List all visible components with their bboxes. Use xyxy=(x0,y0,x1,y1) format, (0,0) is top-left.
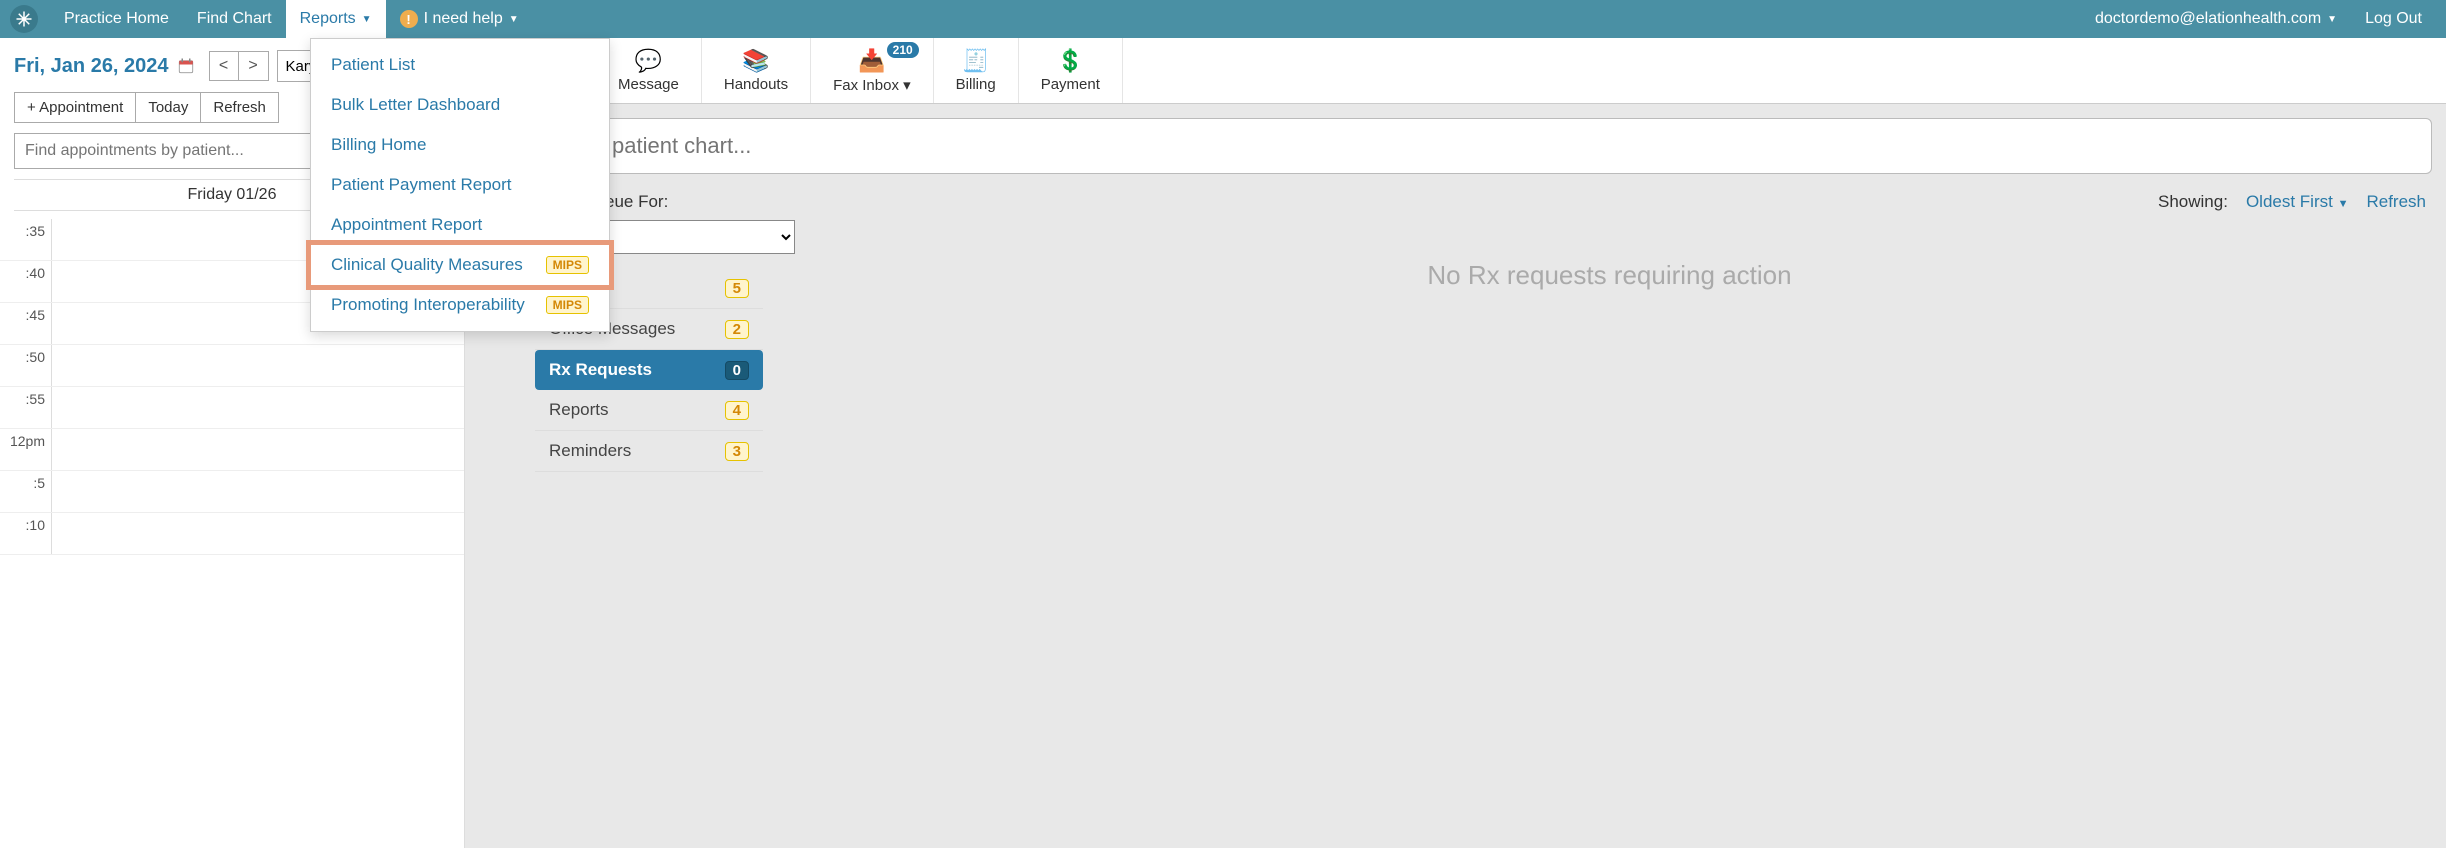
reports-menu-item[interactable]: Promoting Interoperability MIPS xyxy=(311,285,609,325)
menu-item-label: Clinical Quality Measures xyxy=(331,255,523,275)
nav-user-email[interactable]: doctordemo@elationhealth.com ▼ xyxy=(2081,0,2351,38)
caret-down-icon: ▼ xyxy=(2338,198,2349,210)
time-slot-label: :45 xyxy=(0,303,52,344)
user-email-label: doctordemo@elationhealth.com xyxy=(2095,10,2321,28)
time-slot-row[interactable]: :10 xyxy=(0,513,464,555)
toolbar-label: Message xyxy=(618,76,679,93)
nav-reports[interactable]: Reports ▼ xyxy=(286,0,386,38)
time-slot-row[interactable]: :55 xyxy=(0,387,464,429)
showing-label: Showing: xyxy=(2158,192,2228,212)
toolbar-label: Handouts xyxy=(724,76,788,93)
sort-dropdown[interactable]: Oldest First ▼ xyxy=(2246,192,2349,212)
billing-icon: 🧾 xyxy=(962,48,989,74)
time-slot-label: :50 xyxy=(0,345,52,386)
queue-item[interactable]: Rx Requests 0 xyxy=(535,350,763,390)
today-button[interactable]: Today xyxy=(136,92,201,123)
handouts-icon: 📚 xyxy=(742,48,769,74)
queue-item[interactable]: Reports 4 xyxy=(535,390,763,431)
message-icon: 💬 xyxy=(635,48,662,74)
prev-day-button[interactable]: < xyxy=(209,51,239,81)
menu-item-label: Patient Payment Report xyxy=(331,175,511,195)
caret-down-icon: ▾ xyxy=(899,77,911,94)
time-slot-label: :10 xyxy=(0,513,52,554)
queue-item-count: 3 xyxy=(725,442,749,461)
alert-icon: ! xyxy=(400,10,418,28)
queue-item[interactable]: Reminders 3 xyxy=(535,431,763,472)
queue-item-label: Rx Requests xyxy=(549,360,652,380)
time-slot-row[interactable]: :5 xyxy=(0,471,464,513)
topbar: Practice Home Find Chart Reports ▼ ! I n… xyxy=(0,0,2446,38)
time-slot-label: :40 xyxy=(0,261,52,302)
reports-menu-item[interactable]: Patient Payment Report xyxy=(311,165,609,205)
queue-for-select[interactable] xyxy=(585,220,795,254)
nav-logout[interactable]: Log Out xyxy=(2351,0,2436,38)
main-panel: 💬 Message 📚 Handouts 📥 Fax Inbox ▾ 210 🧾 Billing… xyxy=(465,38,2446,848)
time-slot-label: :5 xyxy=(0,471,52,512)
count-badge: 210 xyxy=(887,42,919,58)
caret-down-icon: ▼ xyxy=(2327,14,2337,25)
nav-help[interactable]: ! I need help ▼ xyxy=(386,0,533,38)
nav-help-label: I need help xyxy=(424,10,503,28)
time-slot-label: :35 xyxy=(0,219,52,260)
queue-item-count: 0 xyxy=(725,361,749,380)
caret-down-icon: ▼ xyxy=(509,14,519,25)
menu-item-label: Patient List xyxy=(331,55,415,75)
reports-menu-item[interactable]: Clinical Quality Measures MIPS xyxy=(306,240,614,290)
toolbar-message[interactable]: 💬 Message xyxy=(595,38,702,103)
queue-item-label: Reports xyxy=(549,400,609,420)
reports-dropdown: Patient List Bulk Letter Dashboard Billing… xyxy=(310,38,610,332)
app-logo[interactable] xyxy=(10,5,38,33)
toolbar-handouts[interactable]: 📚 Handouts xyxy=(702,38,811,103)
elation-logo-icon xyxy=(15,10,33,28)
payment-icon: 💲 xyxy=(1057,48,1084,74)
patient-chart-search-input[interactable] xyxy=(595,118,2432,174)
toolbar-billing[interactable]: 🧾 Billing xyxy=(934,38,1019,103)
time-slot-label: 12pm xyxy=(0,429,52,470)
reports-menu-item[interactable]: Appointment Report xyxy=(311,205,609,245)
calendar-icon[interactable] xyxy=(177,57,195,75)
nav-reports-label: Reports xyxy=(300,10,356,28)
empty-queue-message: No Rx requests requiring action xyxy=(787,260,2432,291)
next-day-button[interactable]: > xyxy=(239,51,269,81)
menu-item-label: Promoting Interoperability xyxy=(331,295,525,315)
schedule-date[interactable]: Fri, Jan 26, 2024 xyxy=(14,55,169,78)
queue-item-count: 2 xyxy=(725,320,749,339)
refresh-queue-link[interactable]: Refresh xyxy=(2366,192,2426,212)
menu-item-label: Billing Home xyxy=(331,135,426,155)
toolbar-label: Payment xyxy=(1041,76,1100,93)
menu-item-label: Appointment Report xyxy=(331,215,482,235)
fax-inbox-icon: 📥 xyxy=(858,48,885,74)
refresh-schedule-button[interactable]: Refresh xyxy=(201,92,279,123)
nav-practice-home[interactable]: Practice Home xyxy=(50,0,183,38)
caret-down-icon: ▼ xyxy=(362,14,372,25)
reports-menu-item[interactable]: Patient List xyxy=(311,45,609,85)
queue-item-label: Reminders xyxy=(549,441,631,461)
time-slot-row[interactable]: :50 xyxy=(0,345,464,387)
toolbar-payment[interactable]: 💲 Payment xyxy=(1019,38,1123,103)
add-appointment-button[interactable]: + Appointment xyxy=(14,92,136,123)
reports-menu-item[interactable]: Bulk Letter Dashboard xyxy=(311,85,609,125)
sort-label: Oldest First xyxy=(2246,192,2333,211)
nav-find-chart[interactable]: Find Chart xyxy=(183,0,286,38)
main-toolbar: 💬 Message 📚 Handouts 📥 Fax Inbox ▾ 210 🧾 Billing… xyxy=(465,38,2446,104)
queue-item-count: 4 xyxy=(725,401,749,420)
toolbar-label: Billing xyxy=(956,76,996,93)
time-slot-row[interactable]: 12pm xyxy=(0,429,464,471)
time-slot-label: :55 xyxy=(0,387,52,428)
toolbar-fax-inbox[interactable]: 📥 Fax Inbox ▾ 210 xyxy=(811,38,934,103)
menu-item-label: Bulk Letter Dashboard xyxy=(331,95,500,115)
mips-badge: MIPS xyxy=(546,296,589,314)
reports-menu-item[interactable]: Billing Home xyxy=(311,125,609,165)
mips-badge: MIPS xyxy=(546,256,589,274)
queue-item-count: 5 xyxy=(725,279,749,298)
toolbar-label: Fax Inbox ▾ xyxy=(833,76,911,94)
